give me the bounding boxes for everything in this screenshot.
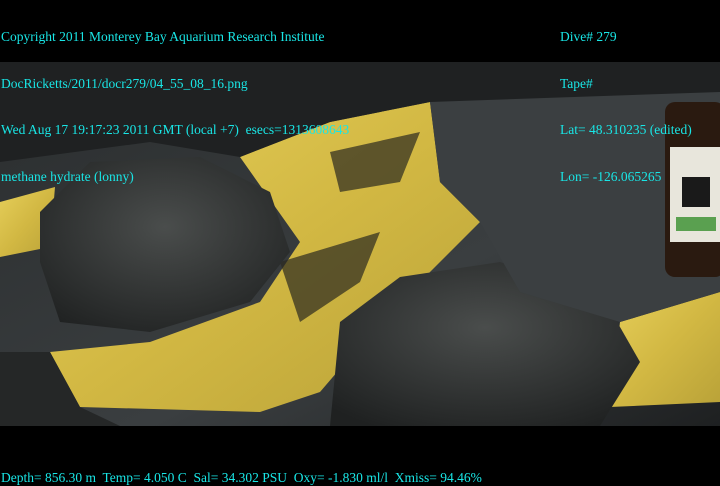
- video-frame: Copyright 2011 Monterey Bay Aquarium Res…: [0, 0, 720, 486]
- copyright-text: Copyright 2011 Monterey Bay Aquarium Res…: [1, 29, 325, 44]
- timestamp-text: Wed Aug 17 19:17:23 2011 GMT (local +7) …: [1, 122, 350, 137]
- description-text: methane hydrate (lonny): [1, 168, 134, 184]
- telemetry-readout: Depth= 856.30 m Temp= 4.050 C Sal= 34.30…: [1, 470, 482, 485]
- tape-number: Tape#: [560, 75, 593, 91]
- header-left-info: Copyright 2011 Monterey Bay Aquarium Res…: [1, 0, 349, 215]
- longitude: Lon= -126.065265: [560, 168, 662, 184]
- header-right-info: Dive# 279 Tape# Lat= 48.310235 (edited) …: [560, 0, 692, 215]
- latitude: Lat= 48.310235 (edited): [560, 122, 692, 137]
- dive-number: Dive# 279: [560, 29, 617, 44]
- file-path-text: DocRicketts/2011/docr279/04_55_08_16.png: [1, 75, 248, 91]
